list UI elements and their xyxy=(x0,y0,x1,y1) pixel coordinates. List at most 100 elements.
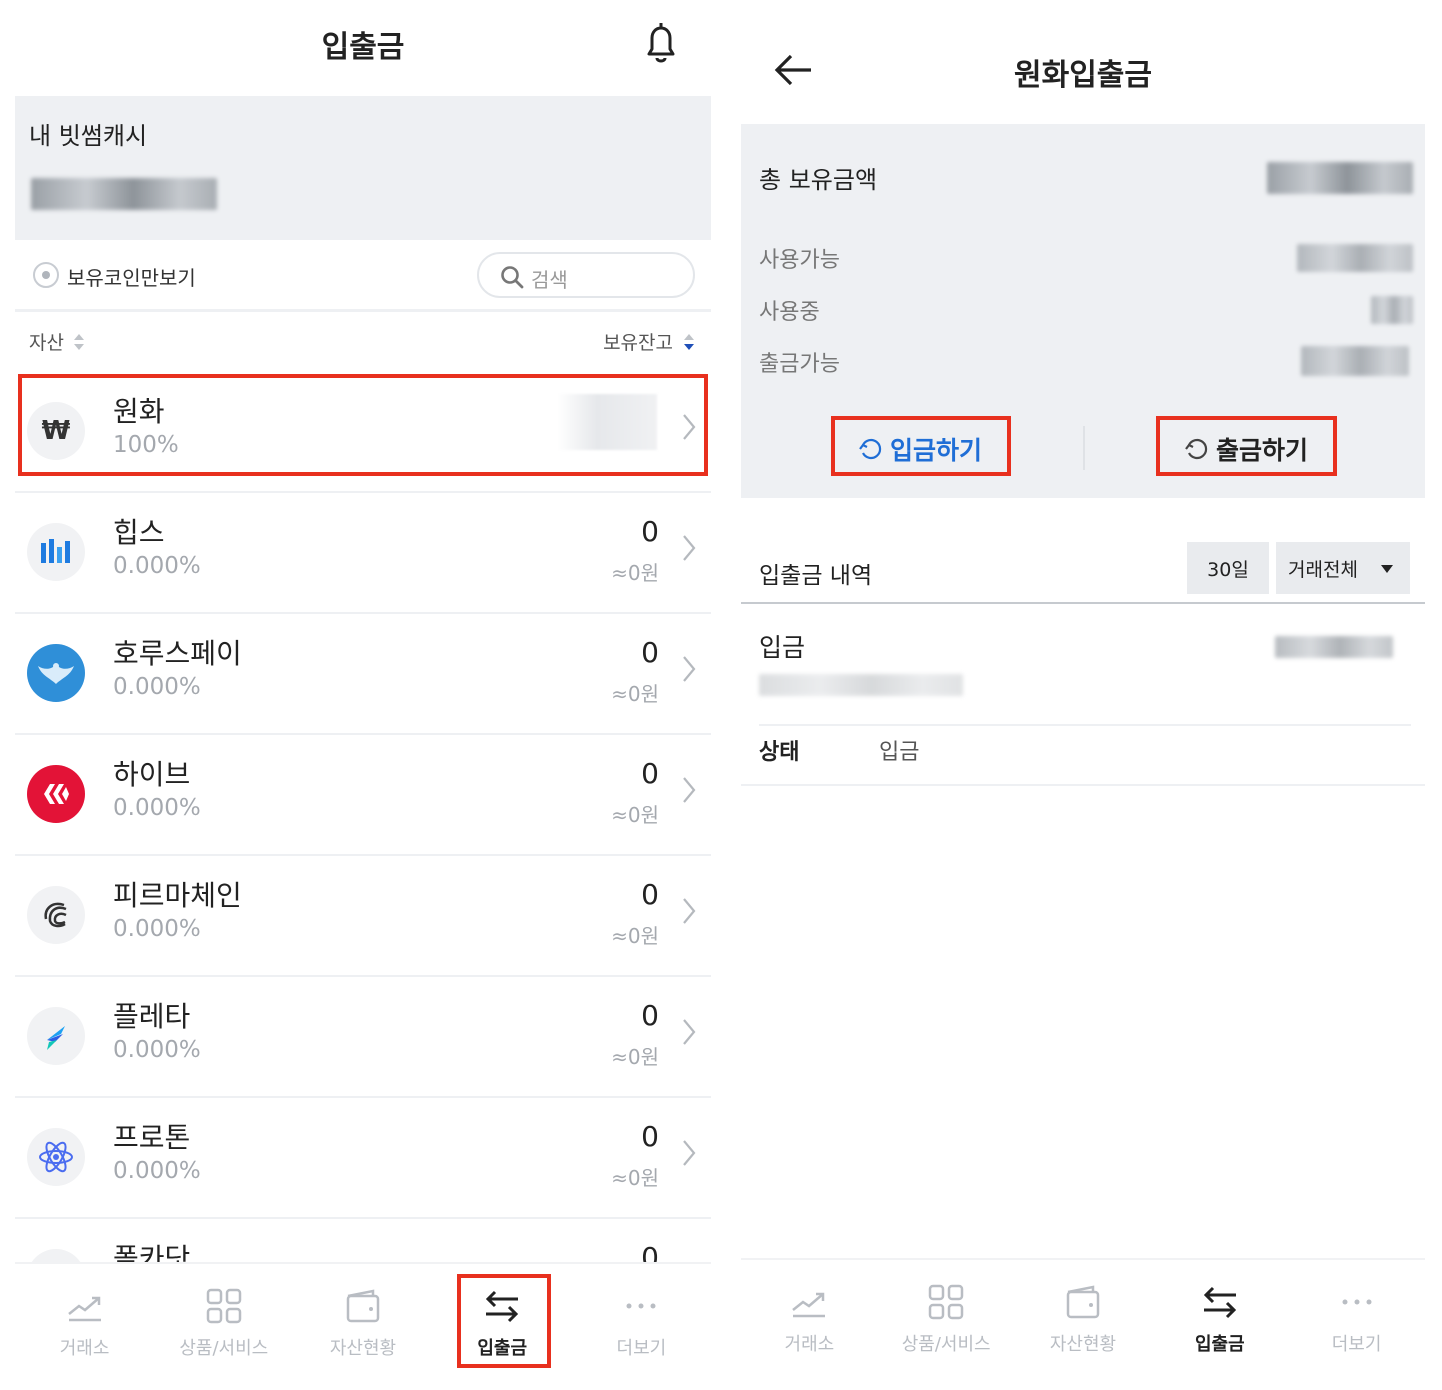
asset-amount: 0 xyxy=(641,878,659,911)
in-use-redacted xyxy=(1371,296,1413,324)
withdrawable-redacted xyxy=(1301,346,1409,376)
chevron-right-icon xyxy=(683,898,696,924)
in-use-label: 사용중 xyxy=(759,300,820,325)
balance-column-header[interactable]: 보유잔고 xyxy=(603,328,673,355)
tab-label: 거래소 xyxy=(784,1334,835,1355)
tab-products[interactable]: 상품/서비스 xyxy=(154,1264,293,1390)
asset-percent: 0.000% xyxy=(113,1037,201,1063)
firmachain-icon xyxy=(27,886,85,944)
withdrawable-label: 출금가능 xyxy=(759,352,840,377)
deposit-withdraw-list-screen: 입출금 내 빗썸캐시 보유코인만보기 검색 자산 보유잔고 ₩ 원화 100% … xyxy=(15,0,711,1390)
horuspay-icon xyxy=(27,644,85,702)
wallet-icon xyxy=(346,1289,380,1323)
tab-products[interactable]: 상품/서비스 xyxy=(878,1260,1015,1386)
caret-down-icon xyxy=(1381,565,1393,573)
hips-icon xyxy=(27,523,85,581)
divider xyxy=(759,724,1411,726)
search-input[interactable]: 검색 xyxy=(477,252,695,298)
chart-icon xyxy=(67,1296,101,1322)
asset-krw-value: ≈0원 xyxy=(611,1166,659,1190)
asset-name: 힙스 xyxy=(113,516,165,549)
tab-label: 자산현황 xyxy=(329,1338,397,1359)
proton-icon xyxy=(27,1128,85,1186)
period-filter-button[interactable]: 30일 xyxy=(1187,542,1269,594)
type-filter-dropdown[interactable]: 거래전체 xyxy=(1276,542,1410,594)
asset-amount: 0 xyxy=(641,757,659,790)
total-holdings-redacted xyxy=(1267,162,1413,194)
chart-icon xyxy=(792,1292,826,1318)
tab-label: 더보기 xyxy=(1331,1334,1382,1355)
chevron-right-icon xyxy=(683,777,696,803)
transfer-icon xyxy=(1203,1286,1236,1319)
chevron-right-icon xyxy=(683,535,696,561)
tab-label: 자산현황 xyxy=(1049,1334,1117,1355)
tab-exchange[interactable]: 거래소 xyxy=(15,1264,154,1390)
bottom-tab-bar: 거래소 상품/서비스 자산현황 입출금 더보기 xyxy=(15,1262,711,1388)
search-icon xyxy=(501,266,524,289)
asset-percent: 0.000% xyxy=(113,1158,201,1184)
more-icon xyxy=(1342,1299,1372,1305)
available-redacted xyxy=(1297,244,1413,272)
asset-row[interactable]: 하이브 0.000% 0 ≈0원 xyxy=(15,735,711,856)
asset-row[interactable]: 힙스 0.000% 0 ≈0원 xyxy=(15,493,711,614)
asset-percent: 0.000% xyxy=(113,795,201,821)
asset-row[interactable]: 플레타 0.000% 0 ≈0원 xyxy=(15,977,711,1098)
grid-icon xyxy=(928,1284,964,1320)
history-item[interactable]: 입금 상태 입금 xyxy=(741,606,1425,786)
highlight-withdraw-button xyxy=(1156,416,1337,476)
highlight-deposit-button xyxy=(831,416,1011,476)
status-label: 상태 xyxy=(759,740,800,765)
history-amount-redacted xyxy=(1275,636,1393,658)
highlight-krw-row xyxy=(18,374,708,476)
asset-amount: 0 xyxy=(641,515,659,548)
asset-name: 하이브 xyxy=(113,758,191,791)
tab-label: 상품/서비스 xyxy=(179,1338,269,1359)
bell-icon[interactable] xyxy=(641,20,681,66)
asset-amount: 0 xyxy=(641,999,659,1032)
asset-row[interactable]: 피르마체인 0.000% 0 ≈0원 xyxy=(15,856,711,977)
asset-column-header[interactable]: 자산 xyxy=(29,328,64,355)
tab-deposit-withdraw[interactable]: 입출금 xyxy=(1151,1260,1288,1386)
asset-name: 플레타 xyxy=(113,1000,191,1033)
asset-name: 호루스페이 xyxy=(113,637,242,670)
sort-icon[interactable] xyxy=(683,332,695,352)
my-cash-box: 내 빗썸캐시 xyxy=(15,96,711,240)
filter-row: 보유코인만보기 검색 xyxy=(15,240,711,312)
more-icon xyxy=(626,1303,656,1309)
sort-icon[interactable] xyxy=(73,332,85,352)
krw-deposit-withdraw-screen: 원화입출금 총 보유금액 사용가능 사용중 출금가능 입금하기 출금하기 입출금… xyxy=(741,0,1425,1390)
tab-assets[interactable]: 자산현황 xyxy=(1015,1260,1152,1386)
asset-row[interactable]: 호루스페이 0.000% 0 ≈0원 xyxy=(15,614,711,735)
chevron-right-icon xyxy=(683,1140,696,1166)
holdings-only-radio[interactable] xyxy=(33,262,59,288)
history-date-redacted xyxy=(759,674,963,696)
asset-name: 프로톤 xyxy=(113,1121,191,1154)
asset-name: 피르마체인 xyxy=(113,879,242,912)
highlight-deposit-tab xyxy=(457,1274,551,1368)
asset-krw-value: ≈0원 xyxy=(611,561,659,585)
cash-amount-redacted xyxy=(31,178,217,210)
asset-amount: 0 xyxy=(641,636,659,669)
type-filter-label: 거래전체 xyxy=(1288,558,1358,581)
history-title: 입출금 내역 xyxy=(759,563,873,589)
asset-percent: 0.000% xyxy=(113,916,201,942)
holdings-only-label[interactable]: 보유코인만보기 xyxy=(67,262,196,291)
grid-icon xyxy=(206,1288,242,1324)
tab-label: 입출금 xyxy=(1194,1334,1245,1355)
tab-exchange[interactable]: 거래소 xyxy=(741,1260,878,1386)
asset-krw-value: ≈0원 xyxy=(611,924,659,948)
tab-label: 거래소 xyxy=(59,1338,110,1359)
page-title: 입출금 xyxy=(321,30,405,65)
tab-more[interactable]: 더보기 xyxy=(572,1264,711,1390)
asset-krw-value: ≈0원 xyxy=(611,803,659,827)
status-value: 입금 xyxy=(879,740,920,765)
hive-icon xyxy=(27,765,85,823)
page-title: 원화입출금 xyxy=(1014,58,1152,93)
asset-row[interactable]: 프로톤 0.000% 0 ≈0원 xyxy=(15,1098,711,1219)
chevron-right-icon xyxy=(683,1019,696,1045)
tab-assets[interactable]: 자산현황 xyxy=(293,1264,432,1390)
tab-more[interactable]: 더보기 xyxy=(1288,1260,1425,1386)
history-header: 입출금 내역 30일 거래전체 xyxy=(741,540,1425,604)
total-holdings-label: 총 보유금액 xyxy=(759,166,878,194)
tab-label: 상품/서비스 xyxy=(901,1334,991,1355)
